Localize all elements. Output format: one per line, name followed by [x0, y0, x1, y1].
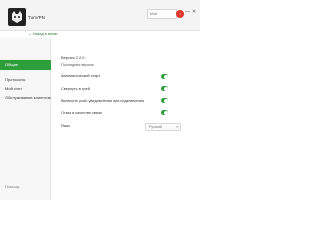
toggle-autostart[interactable]: [161, 74, 168, 79]
toggle-push[interactable]: [161, 98, 168, 103]
setting-label-quality: Отказ в качестве связи: [61, 111, 102, 115]
minimize-icon[interactable]: —: [185, 9, 190, 15]
toggle-knob: [163, 86, 168, 91]
chevron-down-icon: ▾: [176, 125, 178, 129]
account-badge[interactable]: •: [176, 10, 184, 18]
toggle-quality[interactable]: [161, 110, 168, 115]
main-panel: Версия 2.2.0 Последняя версия Автоматиче…: [52, 38, 200, 200]
toggle-knob: [163, 110, 168, 115]
toggle-tray[interactable]: [161, 86, 168, 91]
app-logo-icon: [8, 8, 26, 26]
latest-version-text: Последняя версия: [61, 63, 94, 67]
app-title: TunVPN: [28, 15, 45, 20]
sidebar: Общие Протоколы Мой счет Обслуживание кл…: [0, 38, 51, 200]
language-label: Язык: [61, 124, 70, 128]
sidebar-item-support[interactable]: Обслуживание клиентов: [0, 93, 51, 103]
sidebar-item-general[interactable]: Общие: [0, 60, 51, 70]
toggle-knob: [163, 74, 168, 79]
account-button[interactable]: Мой: [147, 9, 177, 19]
language-value: Русский: [149, 125, 162, 129]
setting-label-autostart: Автоматический старт: [61, 74, 101, 78]
version-text: Версия 2.2.0: [61, 55, 85, 60]
help-link[interactable]: Помощь: [5, 185, 20, 189]
language-select[interactable]: Русский ▾: [145, 123, 181, 131]
close-icon[interactable]: ✕: [192, 9, 196, 15]
title-bar: TunVPN Мой • — ✕: [0, 0, 200, 31]
back-link[interactable]: ← Назад в меню: [28, 32, 58, 36]
setting-label-tray: Свернуть в трей: [61, 87, 90, 91]
toggle-knob: [163, 98, 168, 103]
setting-label-push: Включить push-уведомления при подключени…: [61, 99, 144, 103]
